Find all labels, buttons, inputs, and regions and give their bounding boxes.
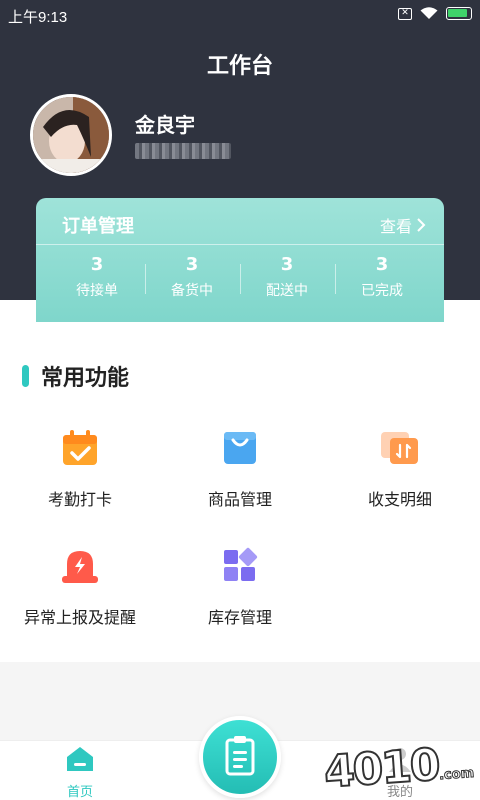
tab-label: 首页 [66, 785, 93, 800]
status-time: 上午9:13 [8, 9, 68, 26]
stat-pending[interactable]: 3 待接单 [49, 254, 145, 300]
card-transfer-icon [380, 428, 420, 468]
func-label: 库存管理 [207, 608, 272, 627]
func-exception-report[interactable]: 异常上报及提醒 [0, 546, 160, 628]
func-label: 收支明细 [367, 490, 432, 509]
stat-delivering[interactable]: 3 配送中 [239, 254, 335, 300]
home-icon [67, 747, 93, 771]
status-bar: 上午9:13 ✕ [0, 0, 480, 30]
stat-label: 备货中 [171, 283, 213, 299]
order-view-label: 查看 [379, 217, 412, 236]
user-name: 金良宇 [135, 113, 195, 137]
order-card: 订单管理 查看 3 待接单 3 备货中 3 配送中 3 已完成 [36, 198, 444, 322]
func-label: 商品管理 [207, 490, 272, 509]
func-label: 异常上报及提醒 [23, 608, 136, 627]
section-title-text: 常用功能 [41, 366, 130, 391]
user-phone: 13870355690 [135, 143, 231, 159]
section-title: 常用功能 [22, 360, 129, 392]
page-title: 工作台 [206, 53, 273, 78]
order-card-divider [36, 244, 444, 245]
alarm-light-icon [60, 546, 100, 586]
stat-count: 3 [280, 254, 294, 275]
stat-label: 配送中 [266, 283, 308, 299]
stat-preparing[interactable]: 3 备货中 [144, 254, 240, 300]
clipboard-icon [225, 736, 255, 776]
battery-icon [446, 7, 472, 20]
order-view-link[interactable]: 查看 [380, 213, 426, 237]
func-income-expense[interactable]: 收支明细 [320, 428, 480, 510]
stat-count: 3 [375, 254, 389, 275]
func-label: 考勤打卡 [47, 490, 112, 509]
func-products[interactable]: 商品管理 [160, 428, 320, 510]
wifi-icon [420, 7, 438, 19]
watermark-suffix: .com [439, 765, 476, 784]
no-sim-icon: ✕ [398, 7, 412, 20]
grid-blocks-icon [220, 546, 260, 586]
stat-count: 3 [90, 254, 104, 275]
chevron-right-icon [417, 218, 426, 232]
tab-home[interactable]: 首页 [40, 741, 120, 800]
shopping-bag-icon [220, 428, 260, 468]
order-card-title: 订单管理 [62, 216, 134, 237]
watermark-logo: 4010.com [322, 737, 476, 799]
stat-label: 已完成 [361, 283, 403, 299]
stat-count: 3 [185, 254, 199, 275]
center-action-button[interactable] [199, 716, 281, 798]
func-attendance[interactable]: 考勤打卡 [0, 428, 160, 510]
stat-label: 待接单 [76, 283, 118, 299]
avatar[interactable] [30, 94, 112, 176]
watermark-text: 4010 [322, 738, 442, 799]
stat-completed[interactable]: 3 已完成 [334, 254, 430, 300]
func-inventory[interactable]: 库存管理 [160, 546, 320, 628]
calendar-check-icon [60, 428, 100, 468]
section-accent-bar [22, 365, 29, 387]
